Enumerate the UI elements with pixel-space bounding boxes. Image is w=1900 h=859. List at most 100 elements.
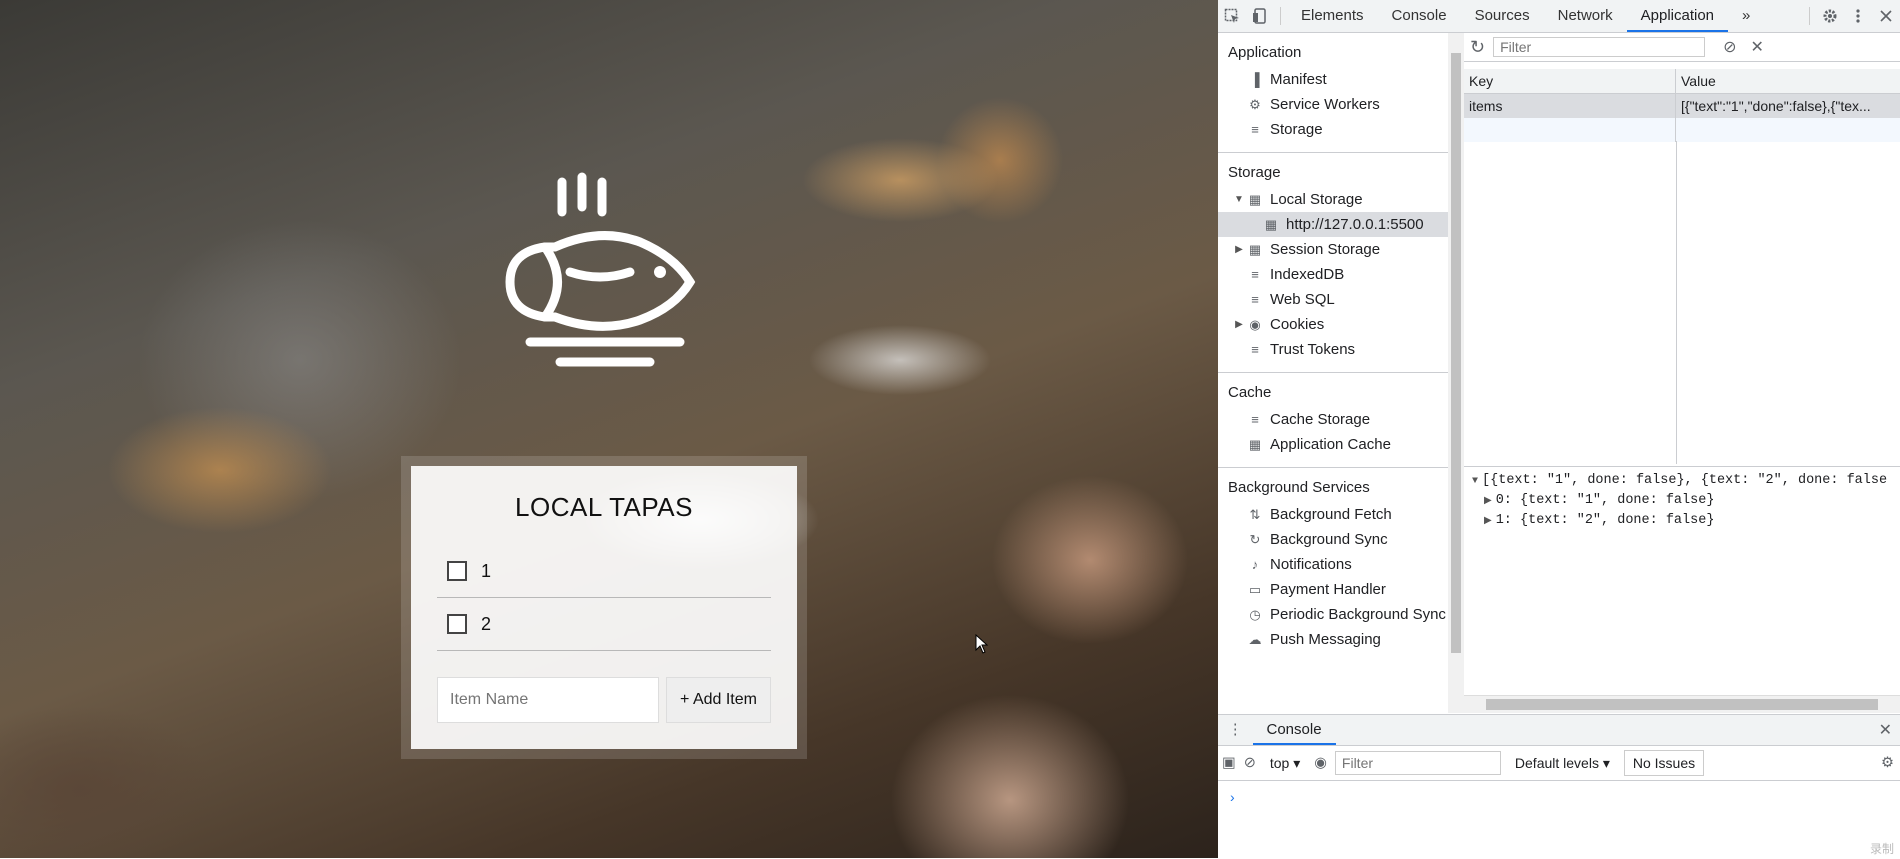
sidebar-item-label: Web SQL — [1270, 291, 1335, 308]
expand-down-icon[interactable]: ▼ — [1464, 476, 1482, 487]
context-selector[interactable]: top ▾ — [1264, 755, 1306, 772]
sidebar-item-label: Push Messaging — [1270, 631, 1381, 648]
grid-icon: ▦ — [1248, 242, 1262, 257]
expand-right-icon[interactable]: ▶ — [1232, 237, 1246, 262]
table-header: Key Value — [1464, 69, 1900, 94]
drawer-close-icon[interactable]: ✕ — [1879, 720, 1892, 740]
storage-view: ↻ ⊘ ✕ Key Value items [{"text":"1","done… — [1464, 33, 1900, 713]
console-filter-input[interactable] — [1334, 751, 1501, 775]
console-settings-gear-icon[interactable]: ⚙ — [1881, 755, 1894, 771]
sidebar-item-push-messaging[interactable]: ☁ Push Messaging — [1218, 627, 1448, 652]
cell-key — [1464, 118, 1676, 142]
todo-label: 1 — [481, 560, 492, 581]
sidebar-item-label: Service Workers — [1270, 96, 1380, 113]
storage-filter-input[interactable] — [1493, 37, 1706, 57]
sidebar-item-service-workers[interactable]: ⚙ Service Workers — [1218, 92, 1448, 117]
console-prompt[interactable]: › — [1218, 781, 1900, 813]
sidebar-divider — [1218, 152, 1448, 153]
log-levels-label: Default levels — [1514, 754, 1599, 771]
database-icon: ≡ — [1251, 122, 1259, 137]
live-expression-eye-icon[interactable]: ◉ — [1314, 755, 1327, 771]
tab-network[interactable]: Network — [1544, 0, 1627, 32]
value-preview: ▼ [{text: "1", done: false}, {text: "2", … — [1464, 466, 1900, 531]
sidebar-item-cache-storage[interactable]: ≡ Cache Storage — [1218, 407, 1448, 432]
tab-sources[interactable]: Sources — [1461, 0, 1544, 32]
sidebar-item-label: Trust Tokens — [1270, 341, 1356, 358]
sidebar-scrollbar[interactable] — [1448, 33, 1464, 713]
bell-icon: ♪ — [1251, 557, 1259, 572]
sidebar-scrollbar-thumb[interactable] — [1451, 53, 1461, 653]
storage-table: Key Value items [{"text":"1","done":fals… — [1464, 69, 1900, 464]
sidebar-item-periodic-background-sync[interactable]: ◷ Periodic Background Sync — [1218, 602, 1448, 627]
close-icon[interactable] — [1872, 0, 1900, 32]
item-name-input[interactable] — [437, 677, 659, 723]
sidebar-section-cache: Cache — [1228, 384, 1272, 401]
sidebar-item-local-storage[interactable]: ▼ ▦ Local Storage — [1218, 187, 1448, 212]
sidebar-toggle-icon[interactable]: ▣ — [1222, 755, 1236, 771]
devtools-toolbar: Elements Console Sources Network Applica… — [1218, 0, 1900, 33]
todo-item[interactable]: 2 — [437, 598, 771, 651]
expand-right-icon[interactable]: ▶ — [1484, 516, 1496, 527]
sidebar-item-background-sync[interactable]: ↻ Background Sync — [1218, 527, 1448, 552]
sidebar-item-trust-tokens[interactable]: ≡ Trust Tokens — [1218, 337, 1448, 362]
sidebar-item-indexeddb[interactable]: ≡ IndexedDB — [1218, 262, 1448, 287]
expand-down-icon[interactable]: ▼ — [1232, 187, 1246, 212]
todo-checkbox[interactable] — [447, 614, 467, 634]
sidebar-item-label: http://127.0.0.1:5500 — [1286, 216, 1424, 233]
kebab-menu-icon[interactable] — [1844, 0, 1872, 32]
sidebar-item-storage[interactable]: ≡ Storage — [1218, 117, 1448, 142]
more-tabs-icon[interactable]: » — [1728, 0, 1764, 32]
sidebar-item-cookies[interactable]: ▶ ◉ Cookies — [1218, 312, 1448, 337]
sidebar-divider — [1218, 467, 1448, 468]
tab-elements[interactable]: Elements — [1287, 0, 1378, 32]
application-panel: Application ▐ Manifest ⚙ Service Workers ≡… — [1218, 33, 1900, 713]
sidebar-item-label: Notifications — [1270, 556, 1352, 573]
table-row-empty[interactable] — [1464, 118, 1900, 142]
sidebar-item-payment-handler[interactable]: ▭ Payment Handler — [1218, 577, 1448, 602]
database-icon: ≡ — [1251, 412, 1259, 427]
horizontal-scrollbar[interactable] — [1464, 695, 1900, 713]
sidebar-item-notifications[interactable]: ♪ Notifications — [1218, 552, 1448, 577]
sidebar-item-application-cache[interactable]: ▦ Application Cache — [1218, 432, 1448, 457]
drawer-menu-icon[interactable]: ⋮ — [1218, 722, 1253, 738]
clock-icon: ◷ — [1249, 607, 1261, 622]
issues-button[interactable]: No Issues — [1623, 750, 1705, 776]
sidebar-item-session-storage[interactable]: ▶ ▦ Session Storage — [1218, 237, 1448, 262]
refresh-icon[interactable]: ↻ — [1470, 37, 1485, 58]
clear-console-icon[interactable]: ⊘ — [1244, 755, 1256, 771]
sidebar-item-background-fetch[interactable]: ⇅ Background Fetch — [1218, 502, 1448, 527]
column-header-value[interactable]: Value — [1676, 69, 1900, 93]
sidebar-item-label: Background Sync — [1270, 531, 1388, 548]
add-item-form: + Add Item — [437, 677, 771, 723]
horizontal-scrollbar-thumb[interactable] — [1486, 699, 1878, 710]
expand-right-icon[interactable]: ▶ — [1484, 496, 1496, 507]
expand-right-icon[interactable]: ▶ — [1232, 312, 1246, 337]
sidebar-item-web-sql[interactable]: ≡ Web SQL — [1218, 287, 1448, 312]
device-toggle-icon[interactable] — [1246, 0, 1274, 32]
sidebar-item-local-origin[interactable]: ▦ http://127.0.0.1:5500 — [1218, 212, 1448, 237]
grid-icon: ▦ — [1248, 192, 1262, 207]
sidebar-item-label: IndexedDB — [1270, 266, 1345, 283]
settings-gear-icon[interactable] — [1816, 0, 1844, 32]
preview-root-line[interactable]: ▼ [{text: "1", done: false}, {text: "2", … — [1464, 471, 1900, 491]
todo-item[interactable]: 1 — [437, 545, 771, 598]
preview-child-line[interactable]: ▶ 0: {text: "1", done: false} — [1464, 491, 1900, 511]
cookie-icon: ◉ — [1249, 317, 1261, 332]
tab-application[interactable]: Application — [1626, 0, 1729, 32]
delete-selected-icon[interactable]: ✕ — [1751, 37, 1764, 57]
inspect-element-icon[interactable] — [1218, 0, 1246, 32]
todo-checkbox[interactable] — [447, 561, 467, 581]
preview-child-line[interactable]: ▶ 1: {text: "2", done: false} — [1464, 511, 1900, 531]
sidebar-section-storage: Storage — [1228, 164, 1281, 181]
toolbar-divider — [1280, 7, 1281, 25]
table-row[interactable]: items [{"text":"1","done":false},{"tex..… — [1464, 94, 1900, 118]
log-levels-dropdown[interactable]: Default levels ▾ — [1509, 755, 1616, 772]
tab-console[interactable]: Console — [1378, 0, 1461, 32]
drawer-tab-console[interactable]: Console — [1252, 715, 1336, 745]
sidebar-item-manifest[interactable]: ▐ Manifest — [1218, 67, 1448, 92]
sidebar-item-label: Cookies — [1270, 316, 1325, 333]
column-header-key[interactable]: Key — [1464, 69, 1676, 93]
add-item-button[interactable]: + Add Item — [666, 677, 771, 723]
clear-all-icon[interactable]: ⊘ — [1723, 37, 1736, 57]
gear-icon: ⚙ — [1249, 97, 1261, 112]
